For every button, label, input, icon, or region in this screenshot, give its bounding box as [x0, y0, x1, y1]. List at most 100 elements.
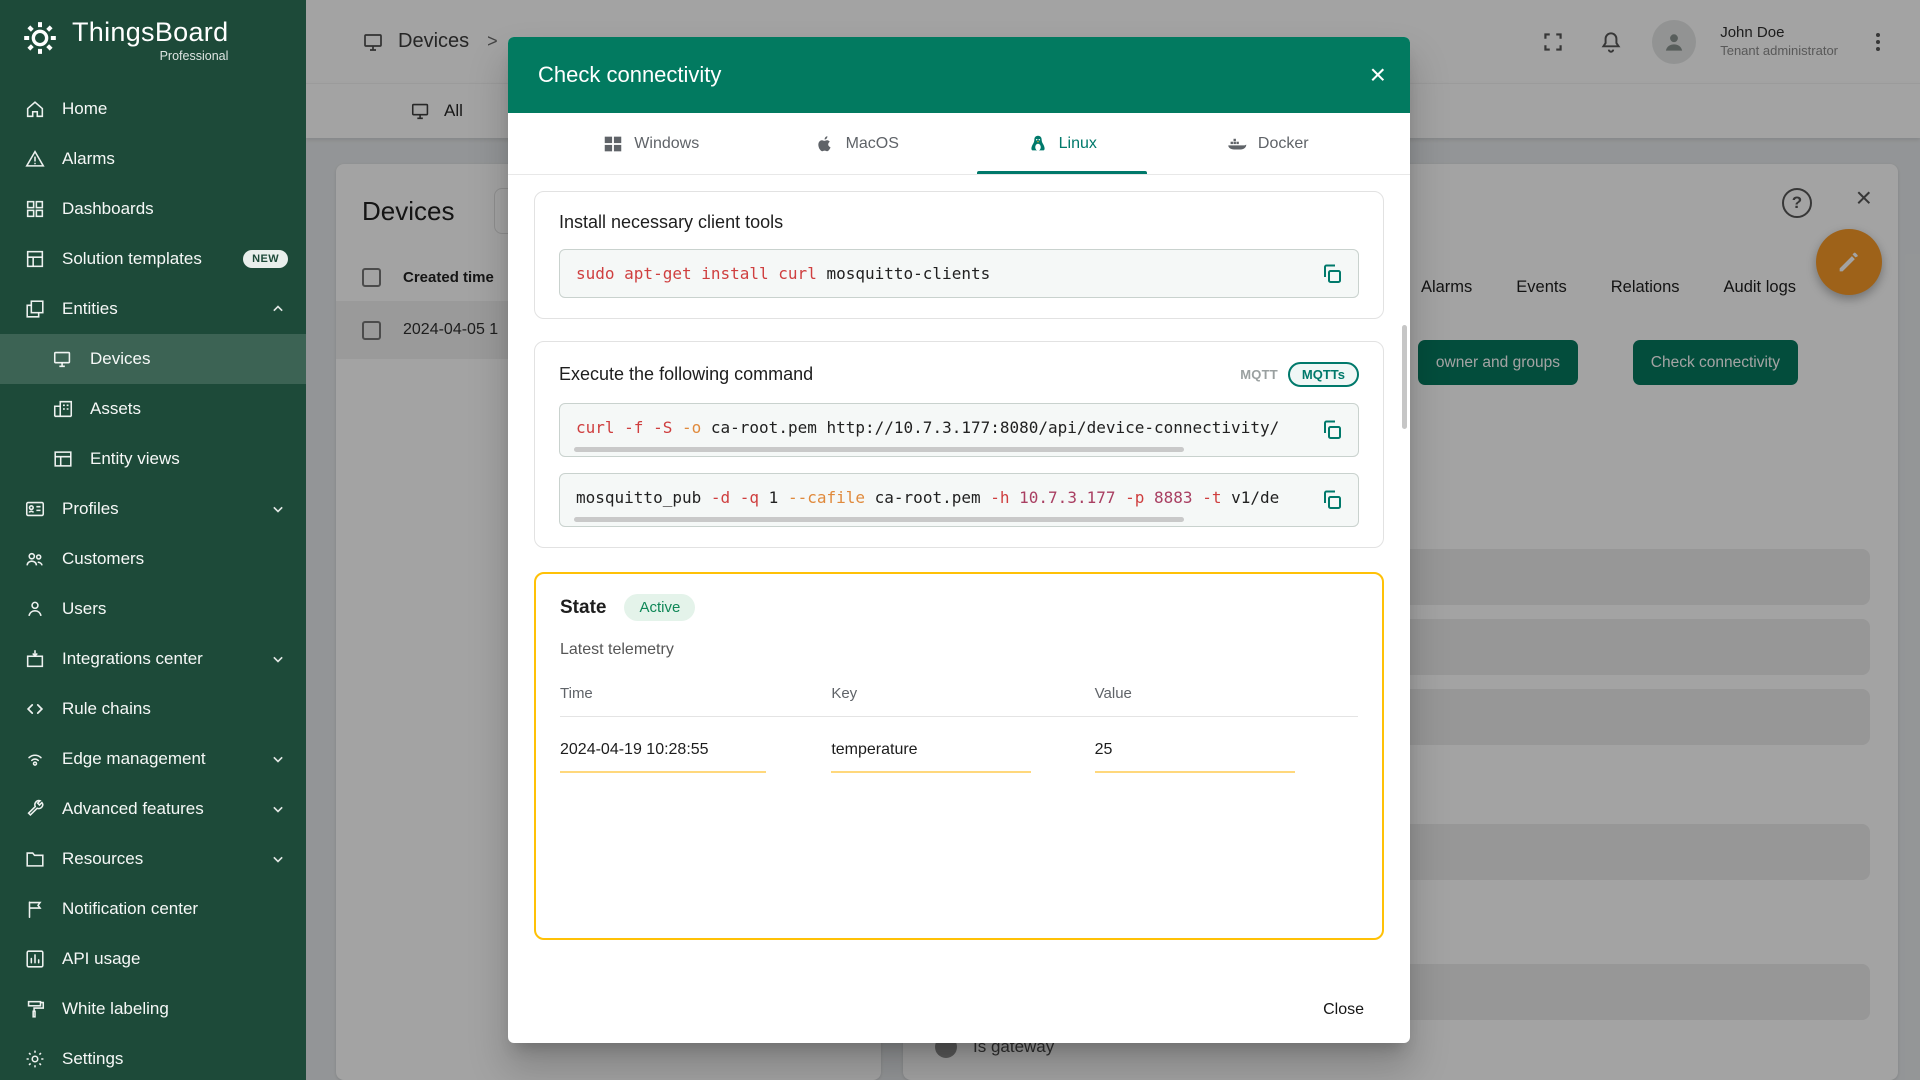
protocol-toggle: MQTT MQTTs — [1240, 362, 1359, 387]
protocol-mqtts[interactable]: MQTTs — [1288, 362, 1359, 387]
execute-section-title: Execute the following command — [559, 364, 813, 385]
linux-penguin-icon — [1027, 133, 1049, 155]
sidebar-item-users[interactable]: Users — [0, 584, 306, 634]
copy-icon — [1320, 418, 1344, 442]
sidebar-item-label: Settings — [62, 1049, 123, 1069]
dialog-footer: Close — [508, 977, 1410, 1043]
chevron-down-icon — [268, 799, 288, 819]
new-badge: NEW — [243, 250, 288, 268]
sidebar-item-label: Customers — [62, 549, 144, 569]
tab-docker[interactable]: Docker — [1165, 113, 1371, 174]
column-value: Value — [1095, 667, 1358, 717]
sidebar-item-alarms[interactable]: Alarms — [0, 134, 306, 184]
sidebar-item-label: Advanced features — [62, 799, 204, 819]
edge-management-icon — [24, 748, 46, 770]
dialog-close-icon[interactable]: × — [1370, 61, 1386, 89]
copy-icon — [1320, 262, 1344, 286]
sidebar-item-api-usage[interactable]: API usage — [0, 934, 306, 984]
docker-whale-icon — [1226, 133, 1248, 155]
tab-label: Linux — [1059, 135, 1097, 153]
sidebar-item-customers[interactable]: Customers — [0, 534, 306, 584]
sidebar-item-label: White labeling — [62, 999, 169, 1019]
sidebar-item-entities[interactable]: Entities — [0, 284, 306, 334]
notification-flag-icon — [24, 898, 46, 920]
copy-button[interactable] — [1316, 484, 1348, 516]
code-block-mosquitto: mosquitto_pub -d -q 1 --cafile ca-root.p… — [559, 473, 1359, 527]
chevron-down-icon — [268, 749, 288, 769]
windows-icon — [602, 133, 624, 155]
sidebar-item-advanced-features[interactable]: Advanced features — [0, 784, 306, 834]
sidebar-item-label: Rule chains — [62, 699, 151, 719]
sidebar-item-label: Assets — [90, 399, 141, 419]
assets-icon — [52, 398, 74, 420]
dialog-title: Check connectivity — [538, 62, 721, 88]
dashboards-icon — [24, 198, 46, 220]
state-title: State — [560, 597, 606, 619]
sidebar-item-label: Edge management — [62, 749, 206, 769]
copy-button[interactable] — [1316, 414, 1348, 446]
logo-gear-icon — [20, 18, 60, 58]
advanced-features-icon — [24, 798, 46, 820]
code-block-install: sudo apt-get install curl mosquitto-clie… — [559, 249, 1359, 298]
entities-icon — [24, 298, 46, 320]
sidebar-item-devices[interactable]: Devices — [0, 334, 306, 384]
protocol-mqtt[interactable]: MQTT — [1240, 367, 1278, 382]
execute-section: Execute the following command MQTT MQTTs… — [534, 341, 1384, 548]
sidebar-item-resources[interactable]: Resources — [0, 834, 306, 884]
sidebar-item-entity-views[interactable]: Entity views — [0, 434, 306, 484]
resources-folder-icon — [24, 848, 46, 870]
users-icon — [24, 598, 46, 620]
sidebar-item-label: Solution templates — [62, 249, 202, 269]
integrations-icon — [24, 648, 46, 670]
horizontal-scrollbar[interactable] — [574, 447, 1300, 452]
profiles-icon — [24, 498, 46, 520]
chevron-down-icon — [268, 499, 288, 519]
tab-label: Docker — [1258, 135, 1309, 153]
state-section: State Active Latest telemetry Time Key V… — [534, 572, 1384, 940]
column-time: Time — [560, 667, 831, 717]
sidebar-item-solution-templates[interactable]: Solution templates NEW — [0, 234, 306, 284]
sidebar-item-integrations-center[interactable]: Integrations center — [0, 634, 306, 684]
sidebar-item-settings[interactable]: Settings — [0, 1034, 306, 1080]
sidebar-item-label: Alarms — [62, 149, 115, 169]
settings-gear-icon — [24, 1048, 46, 1070]
sidebar-item-white-labeling[interactable]: White labeling — [0, 984, 306, 1034]
status-badge: Active — [624, 594, 695, 621]
sidebar-item-label: Dashboards — [62, 199, 154, 219]
horizontal-scrollbar[interactable] — [574, 517, 1300, 522]
sidebar-item-label: Entities — [62, 299, 118, 319]
mosquitto-command: mosquitto_pub -d -q 1 --cafile ca-root.p… — [576, 488, 1304, 507]
sidebar-item-label: Resources — [62, 849, 143, 869]
tab-windows[interactable]: Windows — [548, 113, 754, 174]
chevron-down-icon — [268, 649, 288, 669]
sidebar-item-dashboards[interactable]: Dashboards — [0, 184, 306, 234]
telemetry-value: 25 — [1095, 741, 1295, 773]
install-section: Install necessary client tools sudo apt-… — [534, 191, 1384, 319]
sidebar-item-rule-chains[interactable]: Rule chains — [0, 684, 306, 734]
sidebar-item-home[interactable]: Home — [0, 84, 306, 134]
apple-icon — [814, 133, 836, 155]
sidebar-item-profiles[interactable]: Profiles — [0, 484, 306, 534]
tab-linux[interactable]: Linux — [959, 113, 1165, 174]
home-icon — [24, 98, 46, 120]
customers-icon — [24, 548, 46, 570]
app-root: ThingsBoard Professional Home Alarms Das… — [0, 0, 1920, 1080]
dialog-scrollbar[interactable] — [1402, 325, 1407, 429]
sidebar-item-edge-management[interactable]: Edge management — [0, 734, 306, 784]
dialog-header: Check connectivity × — [508, 37, 1410, 113]
sidebar-item-notification-center[interactable]: Notification center — [0, 884, 306, 934]
telemetry-table: Time Key Value 2024-04-19 10:28:55 tempe… — [560, 667, 1358, 773]
sidebar-item-label: Devices — [90, 349, 150, 369]
chevron-up-icon — [268, 299, 288, 319]
dialog-close-button[interactable]: Close — [1307, 991, 1380, 1029]
sidebar-item-assets[interactable]: Assets — [0, 384, 306, 434]
logo: ThingsBoard Professional — [0, 0, 306, 84]
sidebar-item-label: Entity views — [90, 449, 180, 469]
tab-macos[interactable]: MacOS — [754, 113, 960, 174]
telemetry-row: 2024-04-19 10:28:55 temperature 25 — [560, 717, 1358, 774]
tab-label: MacOS — [846, 135, 899, 153]
brand-name: ThingsBoard — [72, 18, 228, 46]
latest-telemetry-label: Latest telemetry — [560, 641, 1358, 659]
sidebar-item-label: Profiles — [62, 499, 119, 519]
copy-button[interactable] — [1316, 258, 1348, 290]
